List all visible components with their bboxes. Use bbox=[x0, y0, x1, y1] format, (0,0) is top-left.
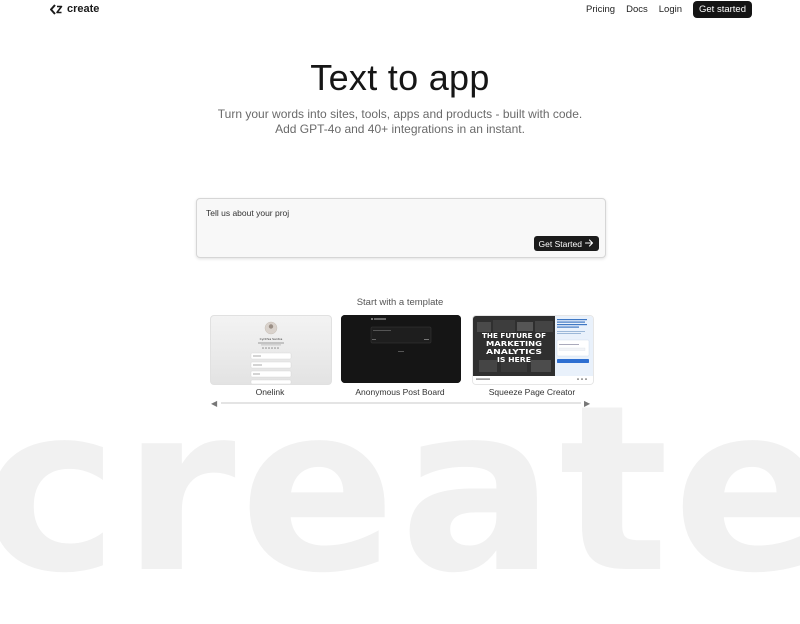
get-started-submit-button[interactable]: Get Started bbox=[533, 236, 599, 251]
template-card-anonymous-post-board[interactable] bbox=[341, 315, 461, 383]
nav-docs-link[interactable]: Docs bbox=[626, 4, 648, 15]
onelink-preview-name: Cynthia Santos bbox=[260, 337, 283, 341]
template-card-squeeze-page-creator[interactable]: THE FUTURE OF MARKETING ANALYTICS IS HER… bbox=[472, 315, 594, 385]
squeeze-page-preview-image: THE FUTURE OF MARKETING ANALYTICS IS HER… bbox=[473, 316, 593, 384]
background-watermark: create bbox=[0, 357, 800, 624]
top-nav: Pricing Docs Login Get started bbox=[586, 1, 752, 18]
nav-login-link[interactable]: Login bbox=[659, 4, 682, 15]
arrow-right-icon bbox=[584, 238, 594, 249]
submit-button-label: Get Started bbox=[538, 238, 582, 249]
post-board-preview-image bbox=[341, 315, 461, 383]
onelink-preview-image: Cynthia Santos bbox=[250, 321, 292, 384]
template-label-anonymous-post-board[interactable]: Anonymous Post Board bbox=[335, 387, 465, 397]
chevron-right-icon[interactable]: ▶ bbox=[584, 399, 590, 408]
project-prompt-input[interactable] bbox=[206, 208, 506, 218]
template-section-heading: Start with a template bbox=[356, 297, 444, 308]
chevron-left-icon[interactable]: ◀ bbox=[211, 399, 217, 408]
top-header: create Pricing Docs Login Get started bbox=[0, 0, 800, 20]
get-started-nav-button[interactable]: Get started bbox=[693, 1, 752, 18]
hero-subtitle-line-1: Turn your words into sites, tools, apps … bbox=[217, 107, 583, 121]
template-label-onelink[interactable]: Onelink bbox=[205, 387, 335, 397]
project-prompt-box: Get Started bbox=[196, 198, 606, 258]
svg-text:IS HERE: IS HERE bbox=[497, 355, 531, 364]
brand-logo[interactable]: create bbox=[50, 3, 99, 15]
brand-name: create bbox=[67, 3, 100, 15]
template-carousel-scrollbar[interactable] bbox=[221, 402, 581, 404]
hero-subtitle-line-2: Add GPT-4o and 40+ integrations in an in… bbox=[275, 122, 525, 136]
nav-pricing-link[interactable]: Pricing bbox=[586, 4, 615, 15]
template-card-onelink[interactable]: Cynthia Santos bbox=[210, 315, 332, 385]
create-logo-icon bbox=[50, 3, 63, 15]
hero-title: Text to app bbox=[310, 57, 490, 98]
template-label-squeeze-page-creator[interactable]: Squeeze Page Creator bbox=[467, 387, 597, 397]
